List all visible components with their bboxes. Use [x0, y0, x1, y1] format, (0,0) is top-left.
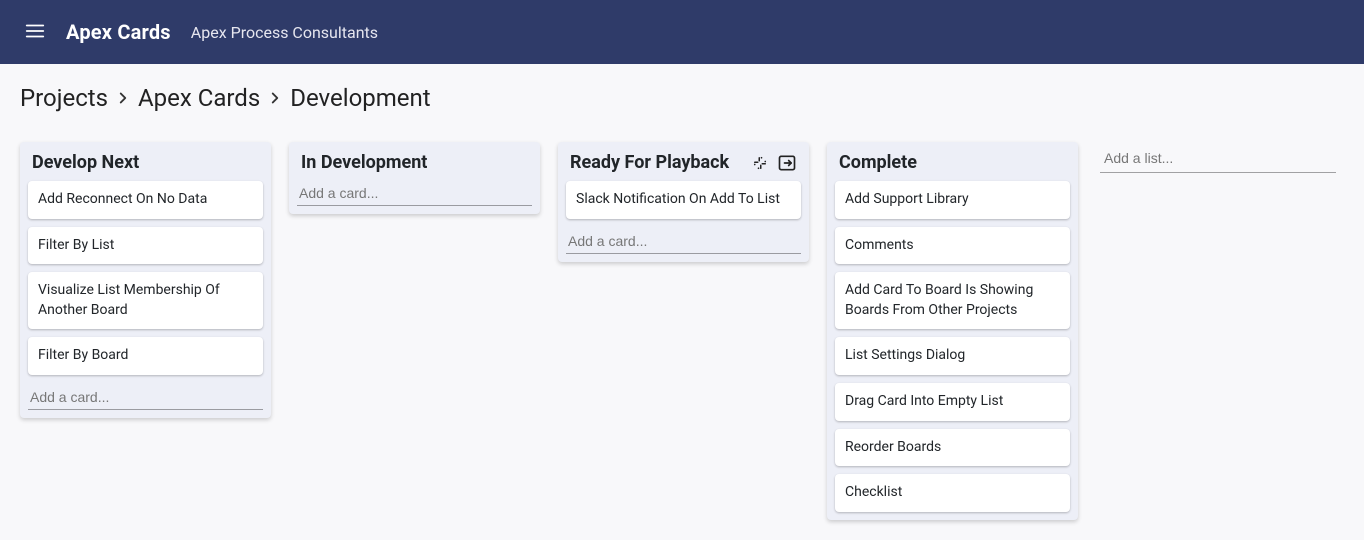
- list-title: In Development: [301, 152, 427, 173]
- card[interactable]: Add Support Library: [835, 181, 1070, 219]
- list-title: Ready For Playback: [570, 152, 729, 173]
- chevron-right-icon: [266, 89, 284, 107]
- card[interactable]: Slack Notification On Add To List: [566, 181, 801, 219]
- top-bar: Apex Cards Apex Process Consultants: [0, 0, 1364, 64]
- card[interactable]: Drag Card Into Empty List: [835, 383, 1070, 421]
- hamburger-icon: [24, 20, 46, 45]
- add-card-input[interactable]: [28, 385, 263, 410]
- list-in-development: In Development: [289, 142, 540, 214]
- add-card-input[interactable]: [297, 181, 532, 206]
- move-out-icon[interactable]: [777, 153, 797, 173]
- breadcrumb-projects[interactable]: Projects: [20, 84, 108, 112]
- add-card-field: [566, 229, 801, 254]
- breadcrumb: Projects Apex Cards Development: [0, 64, 1364, 124]
- card-container: Add Reconnect On No Data Filter By List …: [20, 181, 271, 375]
- list-header[interactable]: In Development: [289, 142, 540, 181]
- add-list-input[interactable]: [1100, 144, 1336, 173]
- add-list-field: [1096, 142, 1340, 173]
- list-ready-for-playback: Ready For Playback: [558, 142, 809, 262]
- card[interactable]: Visualize List Membership Of Another Boa…: [28, 272, 263, 329]
- card[interactable]: Checklist: [835, 474, 1070, 512]
- list-develop-next: Develop Next Add Reconnect On No Data Fi…: [20, 142, 271, 418]
- slack-icon[interactable]: [751, 154, 769, 172]
- add-card-field: [297, 181, 532, 206]
- card[interactable]: Reorder Boards: [835, 429, 1070, 467]
- add-card-field: [28, 385, 263, 410]
- list-action-icons: [751, 153, 797, 173]
- list-header[interactable]: Develop Next: [20, 142, 271, 181]
- card[interactable]: Filter By Board: [28, 337, 263, 375]
- list-title: Develop Next: [32, 152, 139, 173]
- card[interactable]: Add Reconnect On No Data: [28, 181, 263, 219]
- chevron-right-icon: [114, 89, 132, 107]
- card[interactable]: List Settings Dialog: [835, 337, 1070, 375]
- card-container: Slack Notification On Add To List: [558, 181, 809, 219]
- card[interactable]: Comments: [835, 227, 1070, 265]
- org-name[interactable]: Apex Process Consultants: [191, 23, 378, 42]
- list-header[interactable]: Complete: [827, 142, 1078, 181]
- card-container: Add Support Library Comments Add Card To…: [827, 181, 1078, 512]
- list-header[interactable]: Ready For Playback: [558, 142, 809, 181]
- card[interactable]: Add Card To Board Is Showing Boards From…: [835, 272, 1070, 329]
- list-title: Complete: [839, 152, 917, 173]
- breadcrumb-project-name[interactable]: Apex Cards: [138, 84, 260, 112]
- board: Develop Next Add Reconnect On No Data Fi…: [0, 124, 1364, 540]
- menu-button[interactable]: [16, 12, 54, 53]
- list-complete: Complete Add Support Library Comments Ad…: [827, 142, 1078, 520]
- breadcrumb-board-name[interactable]: Development: [290, 84, 430, 112]
- app-title[interactable]: Apex Cards: [66, 20, 171, 44]
- add-card-input[interactable]: [566, 229, 801, 254]
- card[interactable]: Filter By List: [28, 227, 263, 265]
